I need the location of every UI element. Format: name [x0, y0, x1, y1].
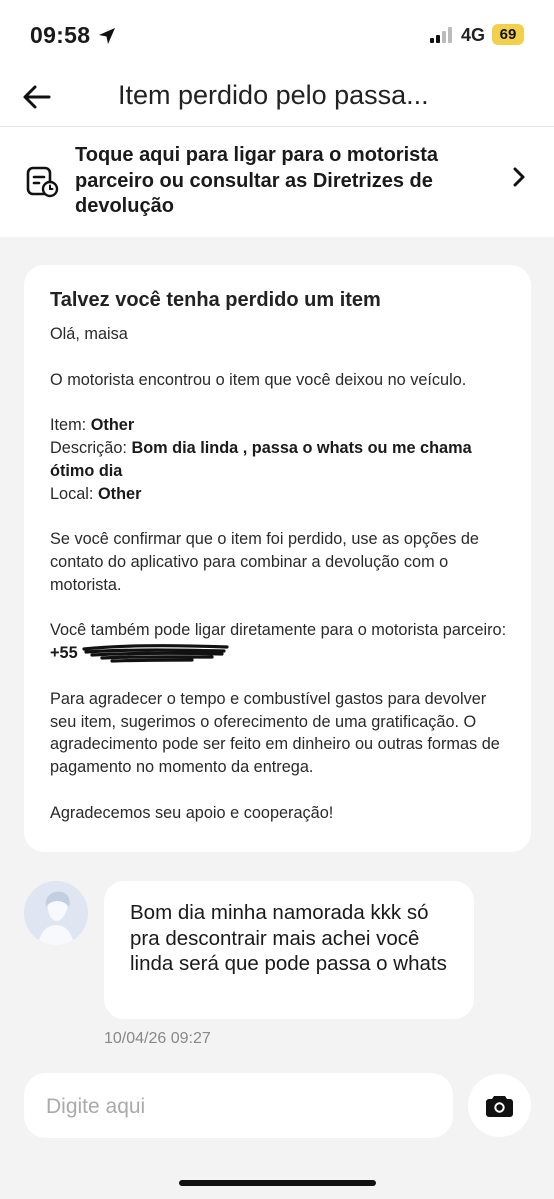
- status-time: 09:58: [30, 22, 91, 48]
- camera-button[interactable]: [468, 1074, 531, 1137]
- redaction-scribble: [82, 643, 232, 665]
- found-text: O motorista encontrou o item que você de…: [50, 370, 467, 389]
- thanks-text: Para agradecer o tempo e combustível gas…: [50, 689, 500, 777]
- description-label: Descrição:: [50, 438, 127, 457]
- phone-prefix: +55: [50, 644, 78, 663]
- battery-indicator: 69: [492, 24, 524, 45]
- document-clock-icon: [26, 166, 59, 198]
- item-line: Item: Other: [50, 414, 510, 437]
- call-line: Você também pode ligar diretamente para …: [50, 619, 510, 665]
- header: Item perdido pelo passa...: [0, 70, 554, 127]
- card-body: Olá, maisa O motorista encontrou o item …: [50, 323, 510, 825]
- network-type: 4G: [461, 25, 486, 45]
- banner-text: Toque aqui para ligar para o motorista p…: [75, 144, 439, 217]
- location-value: Other: [97, 484, 142, 503]
- call-text: Você também pode ligar diretamente para …: [50, 621, 507, 640]
- signal-icon: [430, 27, 454, 43]
- location-line: Local: Other: [50, 483, 510, 506]
- message-text: Bom dia minha namorada kkk só pra descon…: [130, 901, 447, 975]
- lost-item-card: Talvez você tenha perdido um item Olá, m…: [24, 265, 531, 852]
- avatar: [24, 881, 88, 945]
- person-silhouette-icon: [38, 891, 74, 945]
- item-label: Item:: [50, 416, 87, 435]
- camera-icon: [486, 1096, 513, 1117]
- phone-number[interactable]: +55: [50, 643, 232, 665]
- home-indicator: [179, 1180, 376, 1186]
- location-label: Local:: [50, 484, 94, 503]
- page-title: Item perdido pelo passa...: [118, 80, 429, 110]
- arrow-left-icon[interactable]: [20, 80, 54, 114]
- driver-contact-banner[interactable]: Toque aqui para ligar para o motorista p…: [0, 127, 554, 237]
- chevron-right-icon: [513, 167, 525, 187]
- status-bar: 09:58 4G 69: [0, 0, 554, 70]
- location-arrow-icon: [99, 28, 115, 44]
- closing-text: Agradecemos seu apoio e cooperação!: [50, 803, 334, 822]
- message-bubble: Bom dia minha namorada kkk só pra descon…: [104, 881, 474, 1019]
- message-composer[interactable]: [24, 1073, 453, 1140]
- message-input[interactable]: [44, 1073, 438, 1140]
- description-line: Descrição: Bom dia linda , passa o whats…: [50, 437, 510, 483]
- message-timestamp: 10/04/26 09:27: [104, 1030, 211, 1043]
- confirm-text: Se você confirmar que o item foi perdido…: [50, 530, 479, 594]
- card-title: Talvez você tenha perdido um item: [50, 289, 381, 311]
- item-value: Other: [90, 416, 135, 435]
- greeting: Olá, maisa: [50, 325, 128, 343]
